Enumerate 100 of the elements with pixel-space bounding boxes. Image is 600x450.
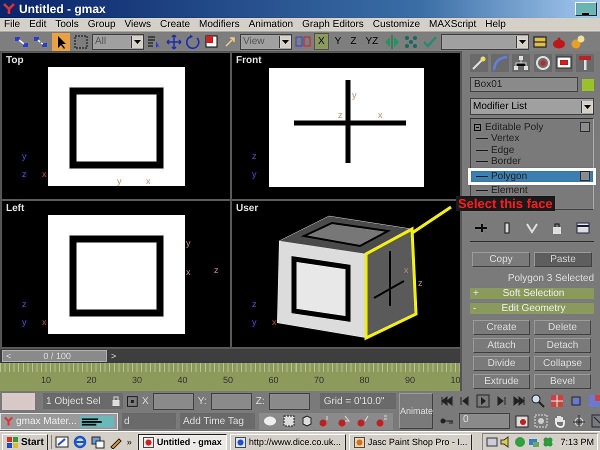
x-coordinate-field[interactable] — [152, 392, 194, 410]
clipboard-button[interactable]: Copy — [472, 252, 530, 267]
go-to-end-icon[interactable] — [512, 395, 526, 407]
viewport[interactable]: Front z y y z x — [232, 53, 460, 199]
menu-item[interactable]: File — [4, 19, 20, 30]
key-icon[interactable] — [440, 416, 454, 426]
y-coordinate-field[interactable] — [210, 392, 252, 410]
checkmark-icon[interactable] — [422, 34, 438, 50]
viewport-label[interactable]: User — [236, 203, 258, 214]
window-switch-icon[interactable] — [90, 435, 105, 449]
sub-object-level-item[interactable]: Polygon — [471, 170, 593, 182]
menu-item[interactable]: Modifiers — [199, 19, 240, 30]
menu-item[interactable]: Edit — [29, 19, 46, 30]
move-icon[interactable] — [166, 34, 182, 50]
edit-geometry-button[interactable]: Create — [473, 320, 530, 335]
start-button[interactable]: Start — [2, 434, 48, 450]
edit-geometry-button[interactable]: Delete — [534, 320, 591, 335]
tray-icon[interactable] — [486, 436, 498, 448]
unique-icon[interactable] — [526, 222, 538, 234]
zoom-icon[interactable] — [531, 394, 545, 408]
reference-coordinate-dropdown[interactable]: View — [240, 34, 292, 50]
object-color-swatch[interactable] — [582, 78, 594, 90]
time-slider-thumb[interactable]: < 0 / 100 — [2, 350, 107, 362]
selection-square-icon[interactable] — [282, 414, 296, 428]
more-quick-launch[interactable]: » — [126, 437, 132, 447]
viewport-label[interactable]: Top — [6, 55, 24, 66]
snap-icon[interactable] — [223, 34, 237, 48]
axis-constraint-button[interactable]: X — [314, 33, 329, 50]
edit-geometry-button[interactable]: Detach — [534, 338, 591, 353]
previous-frame-arrow[interactable]: < — [6, 351, 12, 361]
taskbar-button[interactable]: Jasc Paint Shop Pro - I... — [348, 434, 472, 450]
hierarchy-icon[interactable] — [512, 54, 530, 72]
menu-item[interactable]: Help — [485, 19, 506, 30]
viewport-label[interactable]: Front — [236, 55, 262, 66]
z-coordinate-field[interactable] — [268, 392, 310, 410]
modifier-list-dropdown[interactable]: Modifier List — [470, 98, 594, 115]
toggle-square-icon[interactable] — [580, 122, 590, 132]
angle-snap-icon[interactable] — [337, 415, 351, 427]
percent-snap-icon[interactable] — [356, 415, 370, 427]
edit-geometry-button[interactable]: Attach — [473, 338, 530, 353]
menu-item[interactable]: Create — [160, 19, 190, 30]
viewport[interactable]: User z y x x z — [232, 201, 460, 347]
menu-item[interactable]: Tools — [55, 19, 79, 30]
clover-icon[interactable] — [542, 436, 554, 448]
cube-icon[interactable] — [301, 415, 313, 427]
next-frame-icon[interactable] — [495, 395, 507, 407]
spinner-snap-icon[interactable] — [375, 415, 389, 427]
color-swatch[interactable] — [2, 392, 35, 410]
rollout-header[interactable]: + Soft Selection — [470, 288, 594, 299]
rollout-header[interactable]: - Edit Geometry — [470, 303, 594, 314]
zoom-all-icon[interactable] — [550, 394, 564, 408]
edit-geometry-button[interactable]: Collapse — [534, 356, 591, 371]
sub-object-level-item[interactable]: Vertex — [476, 133, 590, 144]
active-result-icon[interactable] — [502, 222, 512, 234]
axis-constraint-button[interactable]: Y — [332, 33, 344, 50]
desktop-icon[interactable] — [54, 435, 69, 449]
menu-item[interactable]: Customize — [372, 19, 420, 30]
menu-item[interactable]: Views — [124, 19, 152, 30]
network-icon[interactable] — [528, 436, 540, 448]
menu-item[interactable]: Graph Editors — [302, 19, 364, 30]
browser-e-icon[interactable] — [72, 435, 87, 449]
object-name-field[interactable]: Box01 — [470, 77, 578, 92]
viewport[interactable]: Top y z x y x — [2, 53, 230, 199]
modifier-stack-item[interactable]: Editable Poly — [485, 122, 576, 132]
viewport[interactable]: Left z y x y x z — [2, 201, 230, 347]
track-bar[interactable]: 10 20 30 40 50 60 70 80 90 10 — [0, 363, 460, 391]
taskbar-button[interactable]: http://www.dice.co.uk... — [230, 434, 346, 450]
taskbar-button[interactable]: Untitled - gmax — [138, 434, 227, 450]
animate-button[interactable]: Animate — [399, 393, 433, 429]
edit-geometry-button[interactable]: Bevel — [534, 374, 591, 389]
zoom-extents-icon[interactable] — [569, 394, 583, 408]
add-time-tag-field[interactable]: Add Time Tag — [180, 413, 255, 429]
axis-constraint-button[interactable]: Z — [347, 33, 360, 50]
region-zoom-icon[interactable] — [534, 414, 548, 428]
named-selection-dropdown[interactable] — [441, 34, 530, 50]
viewport-label[interactable]: Left — [6, 203, 24, 214]
render-icon[interactable] — [570, 34, 586, 50]
target-icon[interactable] — [534, 54, 552, 72]
absolute-mode-icon[interactable] — [127, 396, 138, 406]
region-select-icon[interactable] — [73, 34, 89, 50]
soap-icon[interactable] — [263, 415, 277, 427]
selection-filter-dropdown[interactable]: All — [92, 34, 144, 50]
monitor-icon[interactable] — [554, 54, 573, 72]
menu-item[interactable]: MAXScript — [429, 19, 476, 30]
track-view-icon[interactable] — [532, 34, 548, 50]
sub-object-level-item[interactable]: Border — [476, 156, 590, 168]
next-frame-arrow[interactable]: > — [107, 351, 116, 361]
unlink-icon[interactable] — [33, 34, 49, 48]
configure-icon[interactable] — [576, 222, 590, 234]
collapse-toggle[interactable] — [474, 124, 481, 130]
minimize-button[interactable] — [575, 2, 597, 16]
play-icon[interactable] — [476, 394, 490, 408]
arc-rotate-icon[interactable] — [572, 414, 586, 428]
axis-constraint-button[interactable]: YZ — [362, 33, 382, 50]
menu-item[interactable]: Group — [88, 19, 116, 30]
hammer-icon[interactable] — [576, 54, 594, 72]
go-to-start-icon[interactable] — [440, 395, 454, 407]
scale-icon[interactable] — [204, 34, 220, 50]
edit-geometry-button[interactable]: Divide — [473, 356, 530, 371]
time-config-icon[interactable] — [515, 414, 529, 428]
